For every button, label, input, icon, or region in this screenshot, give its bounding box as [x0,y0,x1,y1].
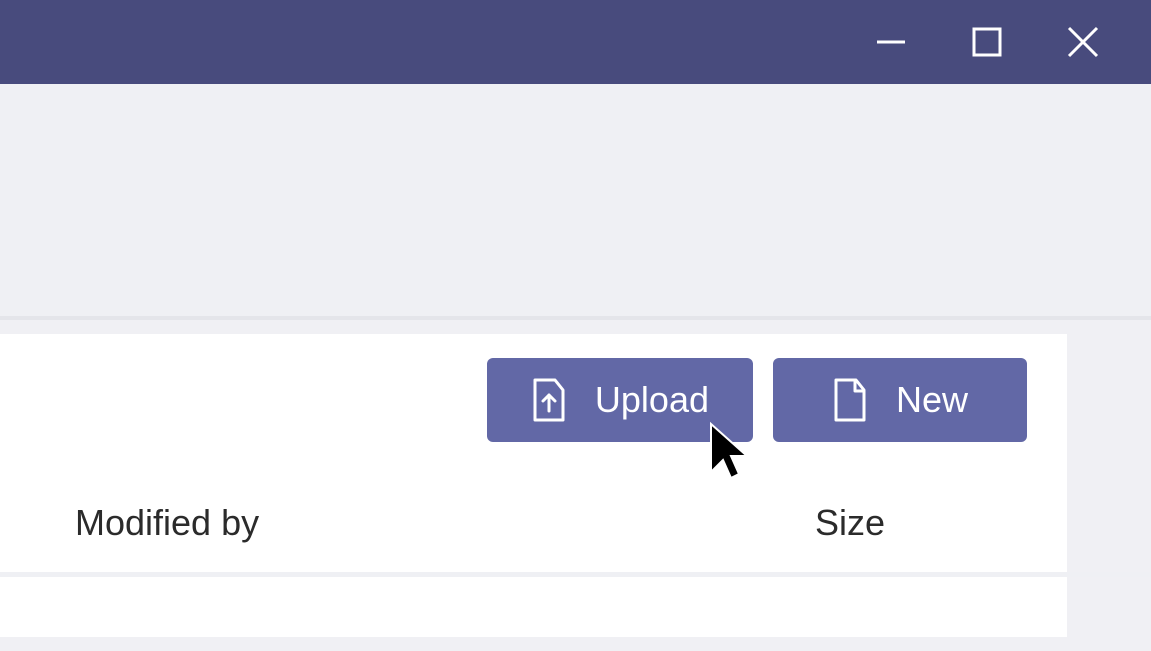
header-spacer [0,84,1151,320]
titlebar [0,0,1151,84]
content-panel: Upload New Modified by Size [0,334,1067,572]
upload-button-label: Upload [595,379,709,421]
close-button[interactable] [1035,0,1131,84]
file-icon [832,378,868,422]
new-button[interactable]: New [773,358,1027,442]
window-controls [843,0,1131,84]
column-headers: Modified by Size [0,462,1067,572]
toolbar: Upload New [0,334,1067,462]
new-button-label: New [896,379,968,421]
content-area [0,577,1067,637]
upload-button[interactable]: Upload [487,358,753,442]
upload-icon [531,378,567,422]
maximize-icon [972,27,1002,57]
close-icon [1066,25,1100,59]
maximize-button[interactable] [939,0,1035,84]
minimize-icon [875,26,907,58]
column-header-modified-by[interactable]: Modified by [75,502,815,544]
column-header-size[interactable]: Size [815,502,1027,544]
minimize-button[interactable] [843,0,939,84]
